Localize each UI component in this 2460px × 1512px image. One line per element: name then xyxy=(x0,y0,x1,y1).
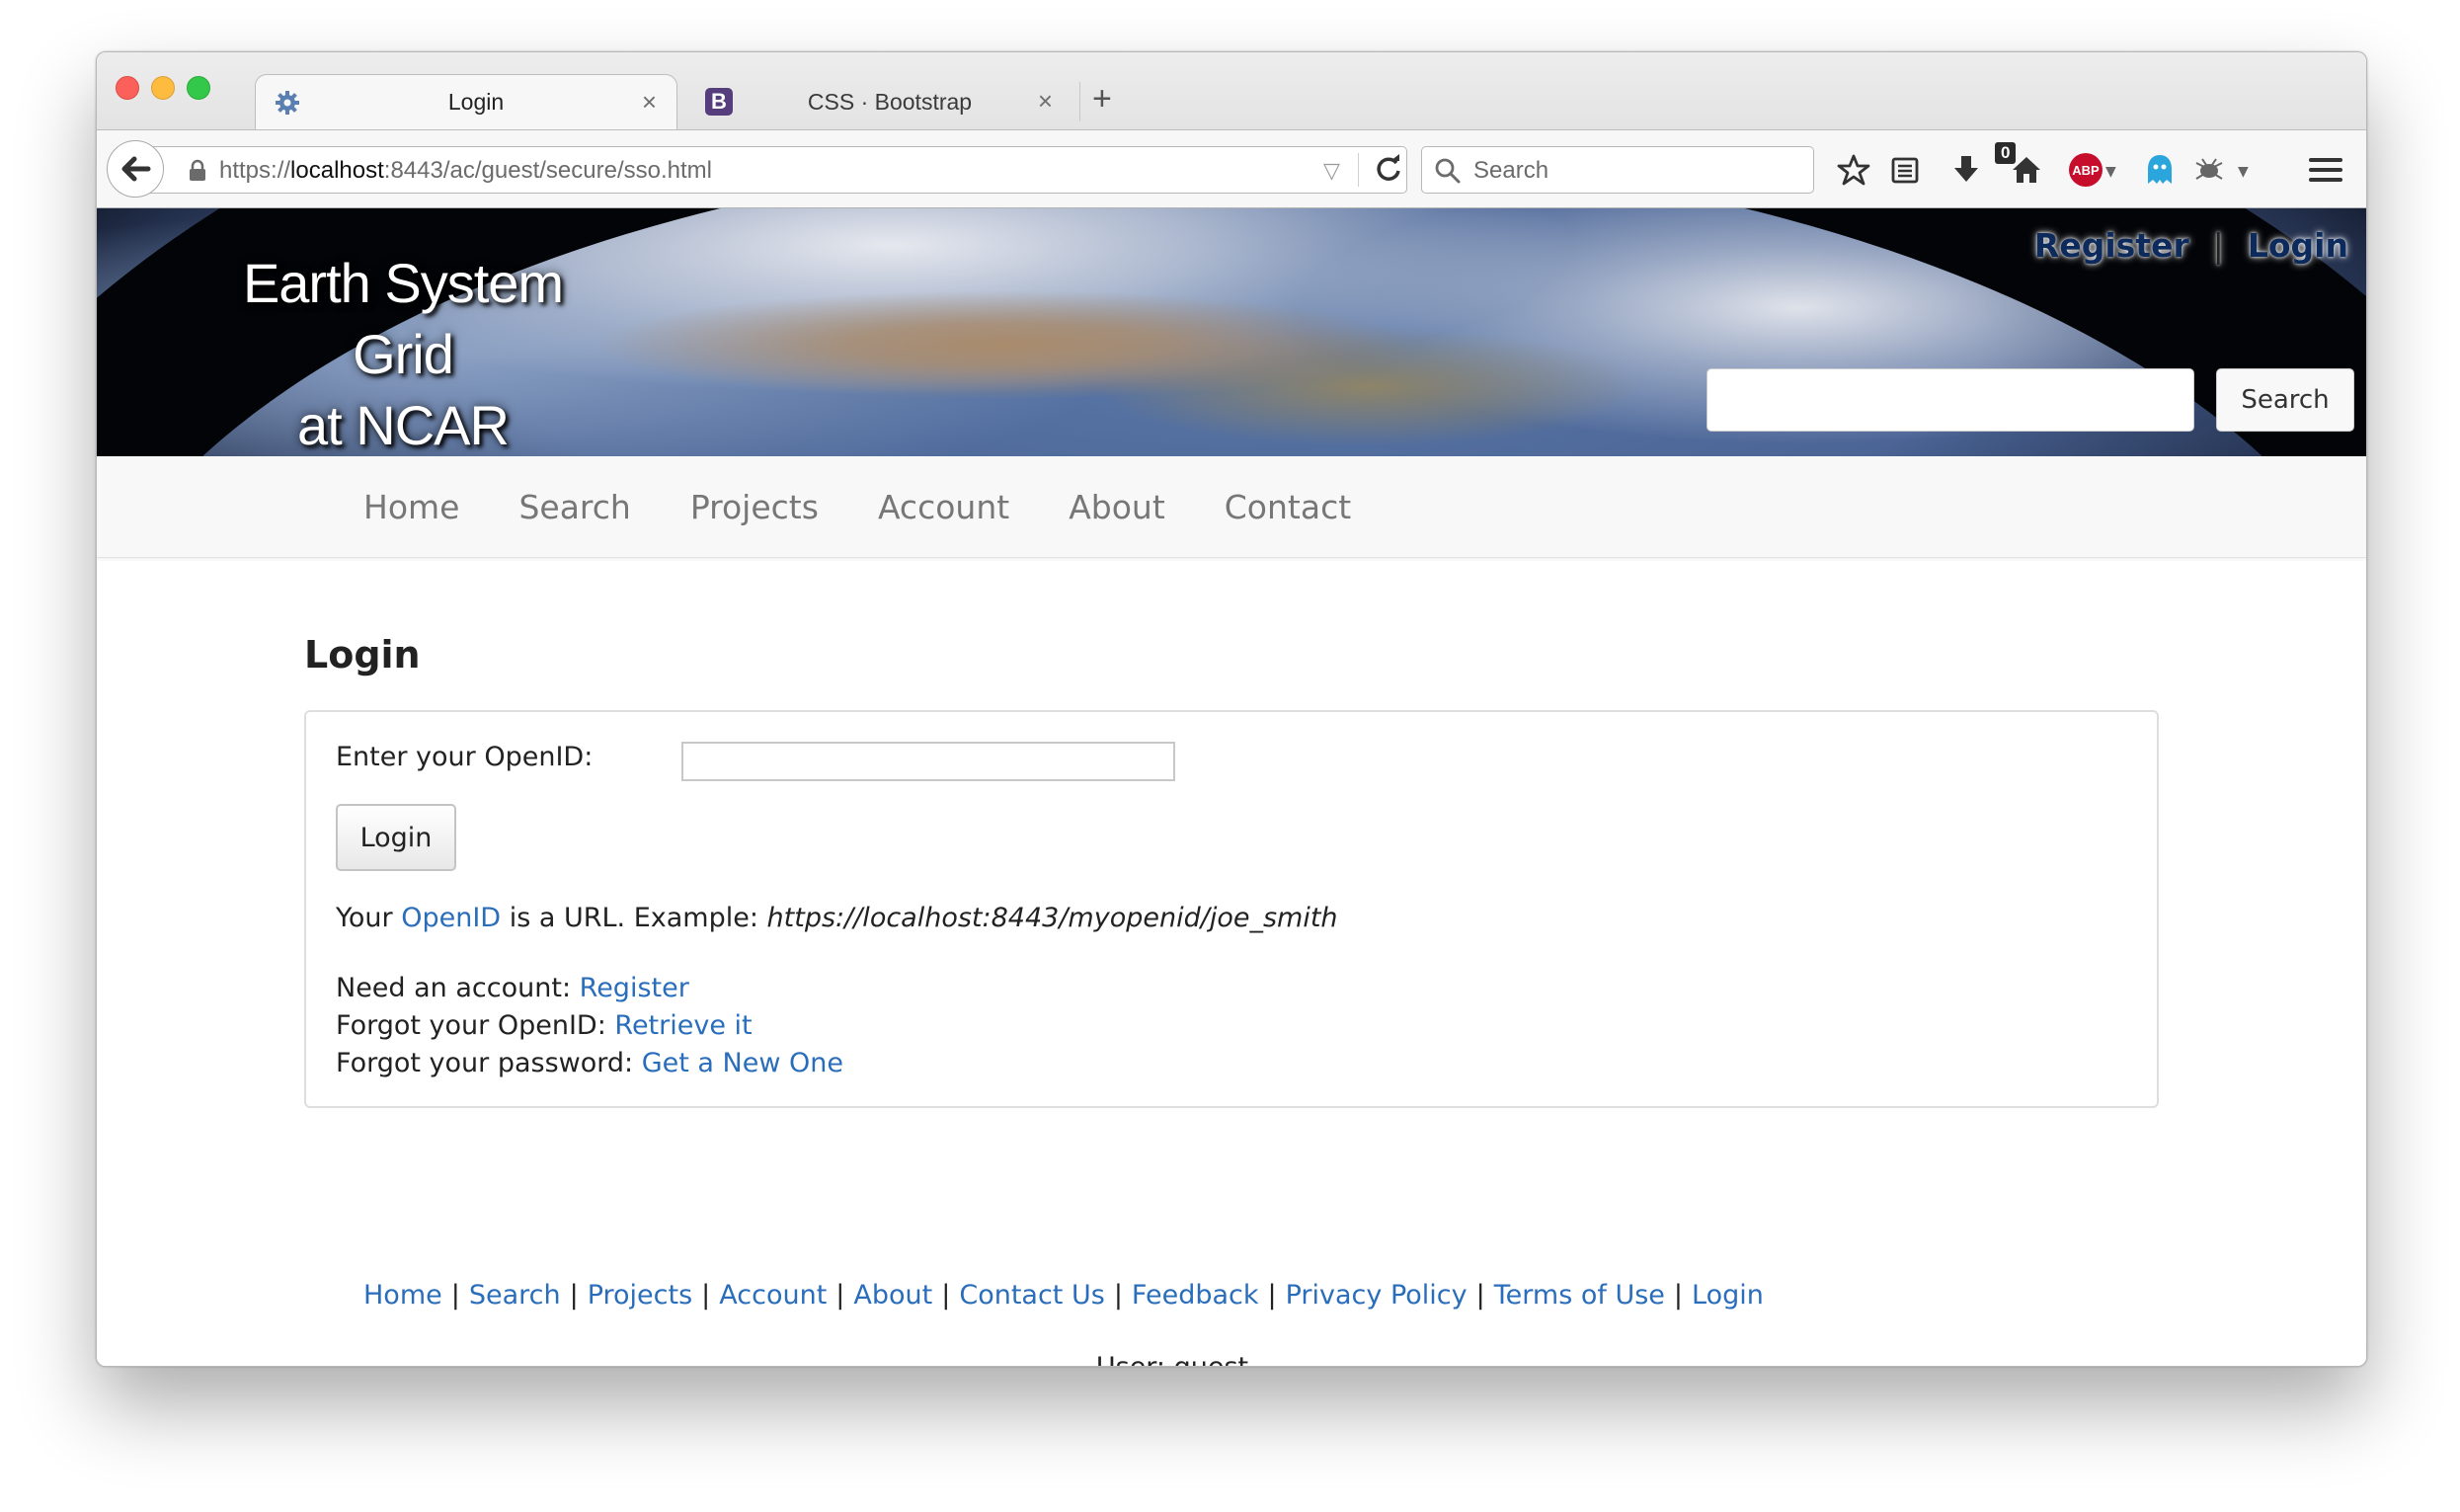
footer-link-account[interactable]: Account xyxy=(719,1280,827,1311)
new-tab-button[interactable]: + xyxy=(1092,80,1112,119)
footer-links: Home | Search | Projects | Account | About | Conta… xyxy=(363,1280,1764,1311)
footer-user: User: guest xyxy=(97,1352,2366,1366)
search-icon xyxy=(1434,157,1462,192)
login-link[interactable]: Login xyxy=(2248,226,2348,265)
ghostery-badge: 0 xyxy=(1995,142,2017,164)
site-title[interactable]: Earth System Grid at NCAR xyxy=(196,248,610,456)
openid-input[interactable] xyxy=(681,742,1175,781)
footer-link-contact[interactable]: Contact Us xyxy=(959,1280,1104,1311)
site-banner: Earth System Grid at NCAR Register | Login… xyxy=(97,208,2366,456)
footer-link-home[interactable]: Home xyxy=(363,1280,442,1311)
nav-item-account[interactable]: Account xyxy=(878,488,1009,526)
bookmark-star-icon[interactable] xyxy=(1835,151,1872,189)
back-button[interactable] xyxy=(107,140,164,198)
account-links: Register | Login xyxy=(2034,226,2348,265)
need-account-line: Need an account: Register xyxy=(336,973,689,1003)
chevron-down-icon[interactable]: ▼ xyxy=(2238,164,2249,180)
gear-icon xyxy=(274,89,301,117)
tab-strip: Login × B CSS · Bootstrap × + xyxy=(97,52,2366,129)
openid-info-link[interactable]: OpenID xyxy=(401,903,501,933)
nav-item-contact[interactable]: Contact xyxy=(1225,488,1351,526)
tab-divider xyxy=(1079,82,1080,121)
footer-link-feedback[interactable]: Feedback xyxy=(1132,1280,1259,1311)
web-page: Earth System Grid at NCAR Register | Login… xyxy=(97,208,2366,1366)
reload-icon[interactable] xyxy=(1373,153,1404,192)
site-search-input[interactable] xyxy=(1706,368,2194,432)
url-divider xyxy=(1358,153,1359,187)
register-account-link[interactable]: Register xyxy=(580,973,689,1003)
bootstrap-icon: B xyxy=(705,88,733,116)
nav-item-projects[interactable]: Projects xyxy=(690,488,819,526)
search-placeholder: Search xyxy=(1473,157,1549,184)
close-window-button[interactable] xyxy=(116,76,139,100)
browser-toolbar: https://localhost:8443/ac/guest/secure/s… xyxy=(97,129,2366,208)
footer-link-login[interactable]: Login xyxy=(1692,1280,1764,1311)
site-search-button[interactable]: Search xyxy=(2216,368,2354,432)
ghostery-icon[interactable] xyxy=(2141,151,2179,189)
current-user: User: guest xyxy=(1096,1352,1248,1366)
new-password-link[interactable]: Get a New One xyxy=(642,1048,843,1078)
download-icon[interactable] xyxy=(1947,151,1985,189)
close-tab-icon[interactable]: × xyxy=(1038,86,1053,117)
openid-info: Your OpenID is a URL. Example: https://l… xyxy=(336,903,1338,933)
tab-login[interactable]: Login × xyxy=(255,74,677,129)
footer-link-terms[interactable]: Terms of Use xyxy=(1494,1280,1665,1311)
site-nav: Home Search Projects Account About Conta… xyxy=(97,456,2366,558)
history-dropdown-icon[interactable]: ▽ xyxy=(1323,158,1340,184)
footer-link-search[interactable]: Search xyxy=(469,1280,561,1311)
openid-label: Enter your OpenID: xyxy=(336,742,594,772)
nav-item-home[interactable]: Home xyxy=(363,488,459,526)
forgot-password-line: Forgot your password: Get a New One xyxy=(336,1048,843,1078)
footer-link-privacy[interactable]: Privacy Policy xyxy=(1286,1280,1468,1311)
hamburger-menu-icon[interactable] xyxy=(2307,151,2344,189)
browser-search-input[interactable]: Search xyxy=(1421,146,1814,194)
nav-item-search[interactable]: Search xyxy=(518,488,630,526)
browser-window: Login × B CSS · Bootstrap × + https://lo… xyxy=(96,51,2367,1367)
lock-icon xyxy=(188,159,207,190)
retrieve-openid-link[interactable]: Retrieve it xyxy=(614,1010,752,1041)
extension-bug-icon[interactable] xyxy=(2190,151,2228,189)
register-link[interactable]: Register xyxy=(2034,226,2189,265)
login-panel: Enter your OpenID: Login Your OpenID is … xyxy=(304,710,2159,1108)
minimize-window-button[interactable] xyxy=(151,76,175,100)
url-bar[interactable]: https://localhost:8443/ac/guest/secure/s… xyxy=(148,146,1407,194)
nav-item-about[interactable]: About xyxy=(1069,488,1165,526)
footer-link-projects[interactable]: Projects xyxy=(588,1280,692,1311)
back-arrow-icon xyxy=(121,156,151,182)
footer-link-about[interactable]: About xyxy=(853,1280,932,1311)
url-text: https://localhost:8443/ac/guest/secure/s… xyxy=(219,157,712,184)
tab-title: CSS · Bootstrap xyxy=(807,88,973,115)
page-title: Login xyxy=(304,633,421,676)
openid-example: https://localhost:8443/myopenid/joe_smit… xyxy=(766,903,1338,933)
tab-css-bootstrap[interactable]: B CSS · Bootstrap × xyxy=(687,74,1072,129)
chevron-down-icon[interactable]: ▼ xyxy=(2105,164,2116,180)
tab-title: Login xyxy=(447,89,505,115)
bookmarks-menu-icon[interactable] xyxy=(1886,151,1924,189)
link-separator: | xyxy=(2212,226,2224,265)
login-button[interactable]: Login xyxy=(336,804,456,871)
adblock-icon[interactable]: ABP xyxy=(2067,151,2104,189)
close-tab-icon[interactable]: × xyxy=(642,87,657,118)
zoom-window-button[interactable] xyxy=(187,76,210,100)
forgot-openid-line: Forgot your OpenID: Retrieve it xyxy=(336,1010,753,1041)
